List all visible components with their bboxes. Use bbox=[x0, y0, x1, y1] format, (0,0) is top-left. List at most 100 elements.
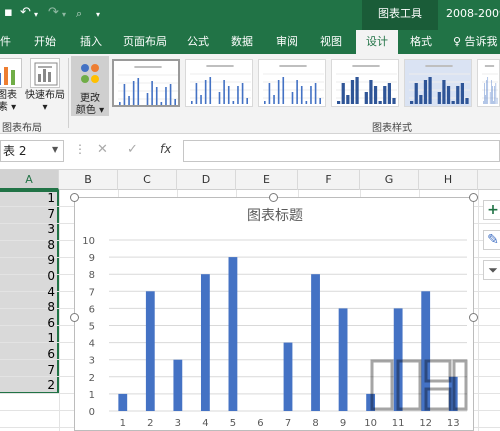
x-tick-label: 2 bbox=[147, 418, 153, 429]
chart-style-4[interactable] bbox=[331, 59, 399, 107]
cell-a[interactable]: 8 bbox=[0, 299, 57, 316]
chart-style-3[interactable] bbox=[258, 59, 326, 107]
quick-layout-label: 快速布局 bbox=[25, 90, 65, 101]
chart-style-2[interactable] bbox=[185, 59, 253, 107]
change-colors-label-2: 颜色 ▾ bbox=[75, 105, 105, 116]
thumb-bar bbox=[364, 92, 368, 104]
add-chart-element-label-2: 素 ▾ bbox=[0, 102, 17, 113]
bar bbox=[338, 308, 348, 411]
cell-a[interactable]: 9 bbox=[0, 252, 57, 269]
thumb-bar bbox=[160, 102, 163, 105]
thumb-bar bbox=[346, 95, 350, 104]
cell-a[interactable]: 6 bbox=[0, 346, 57, 363]
cell-a[interactable]: 3 bbox=[0, 221, 57, 238]
document-title: 2008-2009 bbox=[446, 7, 500, 20]
cancel-icon[interactable]: ✕ bbox=[97, 142, 108, 157]
cell-a[interactable]: 1 bbox=[0, 190, 57, 207]
chart-elements-button[interactable]: + bbox=[483, 200, 500, 220]
thumb-bar bbox=[319, 98, 321, 104]
tab-format[interactable]: 格式 bbox=[410, 30, 432, 54]
column-header-b[interactable]: B bbox=[59, 170, 118, 190]
thumb-bar bbox=[191, 101, 193, 104]
y-tick-label: 1 bbox=[89, 390, 95, 401]
change-colors-button[interactable]: 更改 颜色 ▾ bbox=[71, 56, 109, 116]
thumb-bar bbox=[350, 80, 355, 104]
tab-formulas[interactable]: 公式 bbox=[187, 30, 209, 54]
cell-a[interactable]: 7 bbox=[0, 206, 57, 223]
redo-icon[interactable]: ↷ bbox=[48, 5, 59, 20]
chart-style-5[interactable] bbox=[404, 59, 472, 107]
add-chart-element-label: 图表 bbox=[0, 90, 17, 101]
insert-function-icon[interactable]: fx bbox=[160, 142, 171, 156]
cell-a[interactable]: 4 bbox=[0, 284, 57, 301]
column-header-h[interactable]: H bbox=[419, 170, 478, 190]
undo-dropdown-icon[interactable]: ▾ bbox=[34, 10, 38, 19]
y-tick-label: 4 bbox=[89, 339, 95, 350]
customize-quick-access-icon[interactable]: ▾ bbox=[96, 10, 100, 19]
x-tick-label: 11 bbox=[392, 418, 405, 429]
enter-icon[interactable]: ✓ bbox=[127, 142, 138, 157]
thumb-bar bbox=[387, 83, 391, 104]
tab-view[interactable]: 视图 bbox=[320, 30, 342, 54]
tab-page-layout[interactable]: 页面布局 bbox=[123, 30, 167, 54]
resize-handle-left[interactable] bbox=[70, 313, 79, 322]
thumb-bar bbox=[227, 86, 230, 104]
cell-a[interactable]: 7 bbox=[0, 362, 57, 379]
column-header-d[interactable]: D bbox=[177, 170, 236, 190]
y-tick-label: 3 bbox=[89, 356, 95, 367]
tab-file[interactable]: 件 bbox=[0, 30, 11, 54]
thumb-bar bbox=[392, 98, 396, 104]
thumb-title-line bbox=[352, 65, 380, 67]
thumb-title-line bbox=[134, 66, 162, 68]
name-box-dropdown-icon[interactable]: ▼ bbox=[52, 145, 58, 154]
chart-style-1[interactable] bbox=[112, 59, 180, 107]
thumb-bar bbox=[123, 84, 126, 105]
resize-handle-top-right[interactable] bbox=[469, 193, 478, 202]
column-header-g[interactable]: G bbox=[360, 170, 419, 190]
thumb-bar bbox=[151, 81, 153, 105]
quick-layout-button[interactable]: 快速布局 ▾ bbox=[24, 58, 66, 114]
thumb-bar bbox=[223, 80, 225, 104]
chart-style-6[interactable] bbox=[477, 59, 500, 107]
tab-insert[interactable]: 插入 bbox=[80, 30, 102, 54]
chart-filters-icon[interactable]: ⏷ bbox=[483, 260, 500, 280]
grid-column-line bbox=[478, 190, 479, 431]
column-header-a[interactable]: A bbox=[0, 170, 59, 190]
bar bbox=[145, 291, 155, 411]
resize-handle-top[interactable] bbox=[269, 193, 278, 202]
thumb-bar bbox=[373, 86, 378, 104]
cell-a[interactable]: 1 bbox=[0, 330, 57, 347]
column-header-e[interactable]: E bbox=[236, 170, 298, 190]
thumb-bar bbox=[451, 101, 455, 104]
group-label-chart-layouts: 图表布局 bbox=[2, 123, 42, 134]
tab-home[interactable]: 开始 bbox=[34, 30, 56, 54]
thumb-bar bbox=[174, 99, 176, 105]
chart-styles-brush-icon[interactable]: ✎ bbox=[483, 230, 500, 250]
cell-a[interactable]: 0 bbox=[0, 268, 57, 285]
cell-a[interactable]: 8 bbox=[0, 237, 57, 254]
formula-input[interactable] bbox=[183, 140, 500, 162]
watermark-logo bbox=[370, 359, 468, 411]
thumb-bar bbox=[423, 80, 428, 104]
save-icon[interactable]: ▪ bbox=[4, 5, 13, 20]
tab-design[interactable]: 设计 bbox=[356, 30, 398, 54]
cell-a[interactable]: 6 bbox=[0, 315, 57, 332]
thumb-title-line bbox=[484, 65, 495, 67]
ribbon-tab-bar: 件 开始 插入 页面布局 公式 数据 审阅 视图 设计 格式 ♀ 告诉我 bbox=[0, 30, 500, 54]
add-chart-element-button[interactable]: 图表 素 ▾ bbox=[0, 58, 24, 114]
tab-data[interactable]: 数据 bbox=[231, 30, 253, 54]
touch-mode-icon[interactable]: ⌕ bbox=[76, 7, 82, 21]
resize-handle-top-left[interactable] bbox=[70, 193, 79, 202]
undo-icon[interactable]: ↶ bbox=[20, 5, 31, 20]
quick-layout-icon bbox=[30, 58, 60, 88]
thumb-bar bbox=[460, 83, 464, 104]
cell-a[interactable]: 2 bbox=[0, 377, 57, 394]
tab-review[interactable]: 审阅 bbox=[276, 30, 298, 54]
tab-tell-me[interactable]: ♀ 告诉我 bbox=[453, 30, 498, 54]
bar bbox=[118, 393, 128, 411]
thumb-bar bbox=[146, 93, 149, 105]
resize-handle-right[interactable] bbox=[469, 313, 478, 322]
redo-dropdown-icon[interactable]: ▾ bbox=[62, 10, 66, 19]
column-header-c[interactable]: C bbox=[118, 170, 177, 190]
column-header-f[interactable]: F bbox=[298, 170, 360, 190]
